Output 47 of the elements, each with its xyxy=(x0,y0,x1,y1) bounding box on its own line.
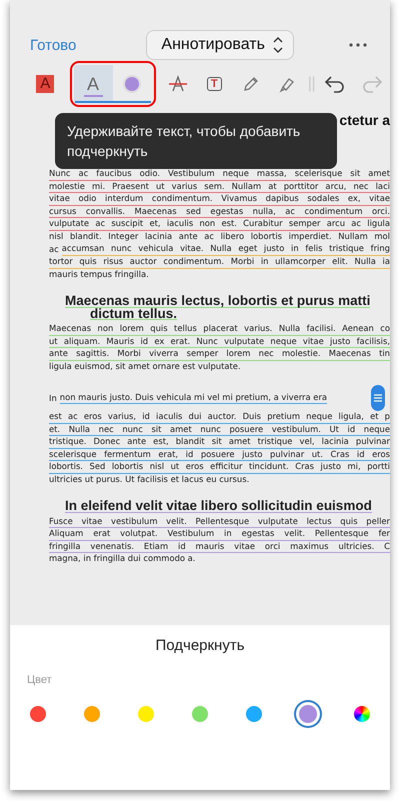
heading-text: In eleifend velit vitae libero sollicitudin euismod xyxy=(65,500,372,513)
strikethrough-icon xyxy=(168,75,188,93)
color-swatch[interactable] xyxy=(296,702,320,726)
document-text: fringilla venenatis. Etiam id mauris vitae orci maximus ultricies. C xyxy=(49,540,390,554)
document-text: In xyxy=(49,392,57,405)
document-text: Fusce vitae vestibulum velit. Pellentesque vulputate lectus quis peller xyxy=(49,516,390,528)
document-text: vulputate ac suscipit et, iaculis non est. Curabitur semper arcu ac ligula xyxy=(49,218,390,230)
more-icon[interactable] xyxy=(348,42,368,48)
document-text: ante sagittis. Morbi viverra semper lorem nec molestie. Maecenas tin xyxy=(49,348,390,361)
document-text: scelerisque fermentum erat, id posuere justo pulvinar ut. Cras id eros xyxy=(49,448,390,462)
text-color-tool[interactable]: A xyxy=(27,65,64,103)
document-text: mauris tempus fringilla. xyxy=(49,268,149,281)
document-text: et. Nulla nec nunc sit amet nunc posuere vestibulum. Ut id neque xyxy=(49,424,390,436)
mode-dropdown[interactable]: Аннотировать xyxy=(146,30,294,60)
document-text: ligula euismod, sit amet ornare est vulputate. xyxy=(49,360,241,373)
chevron-up-down-icon xyxy=(272,36,283,54)
document-text: Aliquam erat volutpat. Vestibulum in egestas velit. Pellentesque fer xyxy=(49,528,390,541)
drag-handle-icon xyxy=(308,75,315,93)
scroll-handle[interactable] xyxy=(371,385,385,412)
sheet-title: Подчеркнуть xyxy=(154,636,246,654)
document-text: ut aliquam. Mauris id ex erat. Nunc vulputate neque vitae justo facilisis, xyxy=(49,336,390,348)
underline-tool[interactable]: A xyxy=(74,65,112,103)
redo-icon xyxy=(360,75,383,93)
undo-icon xyxy=(324,75,346,93)
document-text: vitae odio interdum condimentum. Vivamus dapibus sodales ex, vitae xyxy=(49,193,390,206)
document-text: cursus convallis. Maecenas sed egestas nulla, ac condimentum orci. xyxy=(49,206,390,218)
document-text: molestie mi. Praesent ut varius sem. Nullam at porttitor arcu, nec laci xyxy=(49,180,390,193)
document-text: non mauris justo. Duis vehicula mi vel mi pretium, a viverra era xyxy=(60,392,328,404)
text-box-tool[interactable]: T xyxy=(196,65,232,103)
document-text: ultricies ut purus. Ut facilisis et lacus eu cursus. xyxy=(49,474,250,486)
heading-text: Maecenas mauris lectus, lobortis et purus matti xyxy=(65,295,370,308)
document-text: est ac eros varius, id iaculis dui auctor. Duis pretium neque ligula, et p xyxy=(49,411,390,424)
document-text: lobortis. Sed lobortis nisl ut eros efficitur tincidunt. Cras justo mi, portti xyxy=(49,461,390,474)
done-link[interactable]: Готово xyxy=(30,36,76,54)
marker-icon xyxy=(278,75,296,93)
document-text: nisl blandit. Integer lacinia ante ac libero lobortis imperdiet. Nullam mol xyxy=(49,230,390,243)
document-text: accumsan nunc vehicula vitae. Nulla eget justo in felis tristique fring xyxy=(62,243,390,256)
heading-text: dictum tellus. xyxy=(90,308,178,320)
hint-tooltip: Удерживайте текст, чтобы добавить подчеркнуть xyxy=(55,113,337,169)
color-label: Цвет xyxy=(26,673,53,686)
document-text: tortor quis risus auctor condimentum. Morbi in ullamcorper elit. Nulla ia xyxy=(49,256,390,269)
document-text: ac xyxy=(49,243,59,256)
document-text: tristique. Donec ante est, blandit sit amet tristique vel, lacinia pulvinar xyxy=(49,436,390,449)
pencil-icon xyxy=(242,75,260,93)
document-text: magna, in fringilla dui commodo a. xyxy=(49,553,196,566)
document-text: Maecenas non lorem quis tellus placerat varius. Nulla facilisi. Aenean co xyxy=(49,323,390,336)
heading-text: ctetur a xyxy=(339,112,390,130)
